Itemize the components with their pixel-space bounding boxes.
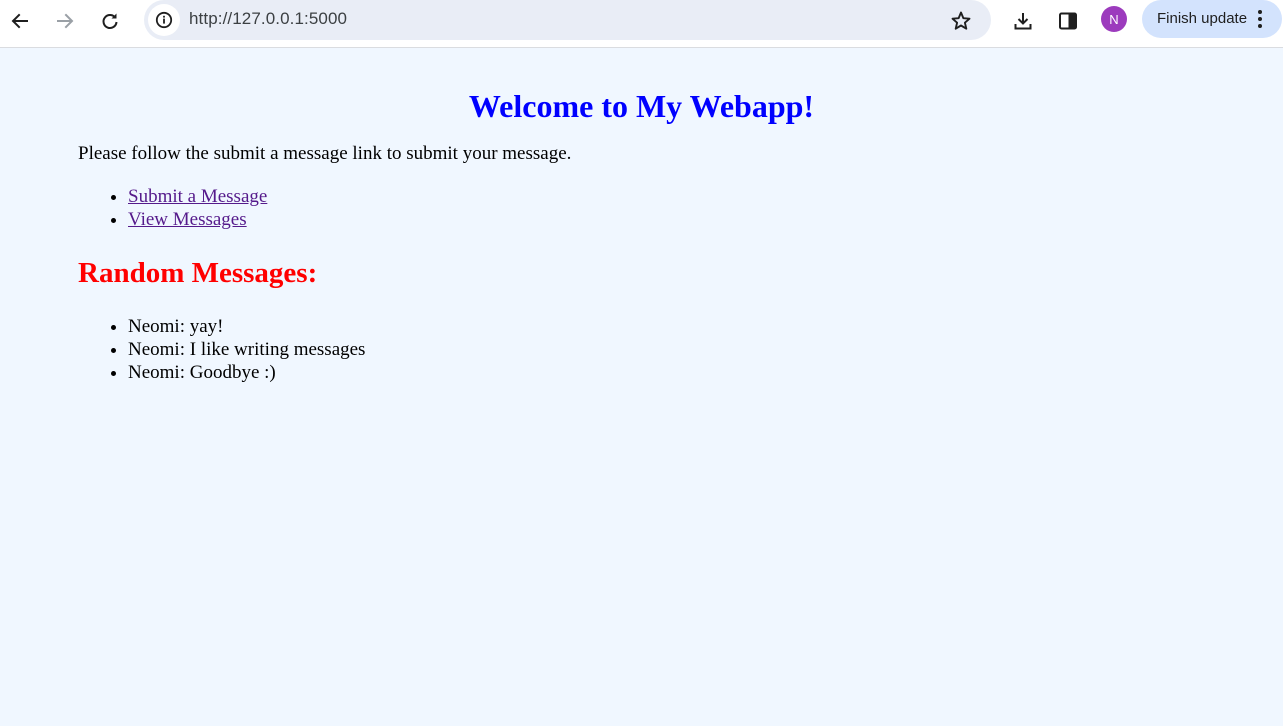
forward-button[interactable] <box>48 4 82 38</box>
submit-message-link[interactable]: Submit a Message <box>128 186 267 207</box>
finish-update-button[interactable]: Finish update <box>1142 0 1282 38</box>
page-title: Welcome to My Webapp! <box>468 88 815 124</box>
view-messages-link[interactable]: View Messages <box>128 209 247 230</box>
bookmark-button[interactable] <box>944 4 978 38</box>
side-panel-button[interactable] <box>1051 4 1085 38</box>
site-info-button[interactable] <box>148 4 180 36</box>
arrow-left-icon <box>11 13 28 29</box>
reload-icon <box>102 13 118 29</box>
nav-links: Submit a Message View Messages <box>78 185 267 231</box>
message-list: Neomi: yay! Neomi: I like writing messag… <box>78 315 365 384</box>
list-item: View Messages <box>128 208 267 231</box>
kebab-menu-icon[interactable] <box>1253 9 1267 29</box>
star-icon <box>951 11 971 30</box>
browser-toolbar: http://127.0.0.1:5000 N Finish update <box>0 0 1283 48</box>
download-icon <box>1014 13 1032 30</box>
profile-avatar[interactable]: N <box>1101 6 1127 32</box>
finish-update-label: Finish update <box>1157 10 1248 27</box>
address-bar[interactable]: http://127.0.0.1:5000 <box>144 0 991 40</box>
message-item: Neomi: yay! <box>128 315 365 338</box>
reload-button[interactable] <box>93 4 127 38</box>
downloads-button[interactable] <box>1006 4 1040 38</box>
message-item: Neomi: I like writing messages <box>128 338 365 361</box>
url-text[interactable]: http://127.0.0.1:5000 <box>189 9 347 29</box>
back-button[interactable] <box>3 4 37 38</box>
intro-text: Please follow the submit a message link … <box>78 143 572 164</box>
random-messages-heading: Random Messages: <box>78 257 318 289</box>
list-item: Submit a Message <box>128 185 267 208</box>
side-panel-icon <box>1059 12 1077 30</box>
page-content: Welcome to My Webapp! Please follow the … <box>0 49 1283 726</box>
info-icon <box>155 11 173 29</box>
message-item: Neomi: Goodbye :) <box>128 361 365 384</box>
arrow-right-icon <box>57 13 74 29</box>
